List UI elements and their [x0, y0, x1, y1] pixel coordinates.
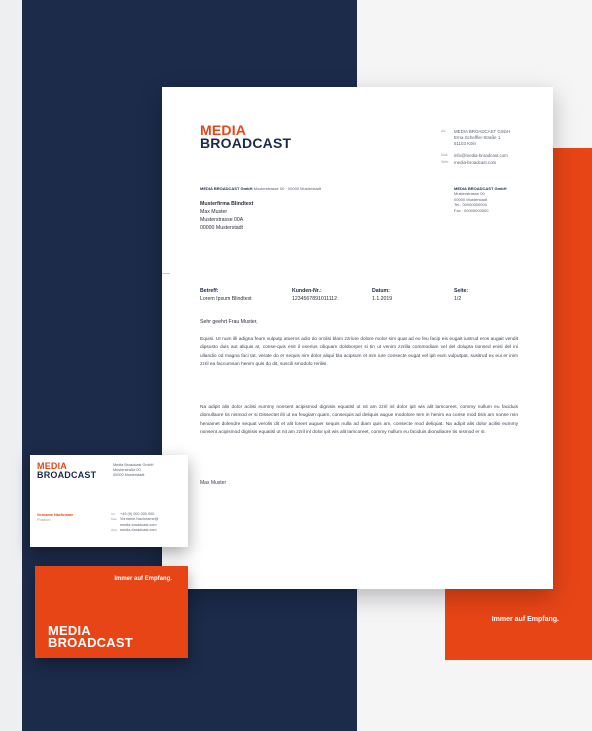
recipient-address: Musterfirma Blindtext Max Muster Musters… — [200, 200, 253, 232]
meta-customer-label: Kunden-Nr.: — [292, 288, 322, 294]
meta-page-label: Seite: — [454, 288, 469, 294]
recipient-name: Max Muster — [200, 209, 228, 216]
card-mail: Vorname.Nachname@ — [120, 517, 159, 522]
meta-customer-value: 1234567891011112 — [292, 295, 338, 302]
card-contact: Tel. +49 (0) 000 000 000 Mail. Vorname.Nac… — [111, 512, 158, 533]
meta-page: Seite: 1/2 — [454, 288, 468, 304]
sidebox-fax: Fax : 00000000000 — [454, 207, 489, 213]
sender-sidebox: MEDIA BROADCAST GmbH Musterstrasse 00 00… — [454, 186, 507, 213]
address-label: Ad. — [441, 129, 447, 133]
card-tel-label: Tel. — [111, 512, 116, 516]
card-address: Media Broadcast GmbH Musterstraße 00 000… — [113, 463, 154, 478]
salutation: Sehr geehrt Frau Muster, — [200, 319, 258, 325]
meta-customer-no: Kunden-Nr.: 1234567891011112 — [292, 288, 337, 304]
sender-email: info@media-broadcast.com — [454, 153, 508, 159]
orange-logo-line-broadcast: BROADCAST — [48, 635, 133, 651]
card-web: media-broadcast.com — [120, 527, 157, 532]
meta-subject-label: Betreff: — [200, 288, 219, 294]
card-city: 00000 Musterstadt — [113, 473, 145, 478]
card-mail-domain: media-broadcast.com — [120, 522, 157, 527]
meta-page-value: 1/2 — [454, 295, 462, 302]
mail-label: Mail. — [441, 153, 449, 158]
meta-date-value: 1.1.2019 — [372, 295, 393, 302]
card-mail-label: Mail. — [111, 517, 118, 522]
sender-web: media-broadcast.com — [454, 159, 497, 165]
card-person-position: Position — [37, 518, 51, 523]
card-person: Vorname Nachname Position — [37, 513, 73, 524]
letterhead-sheet: MEDIA BROADCAST Ad. MEDIA BROADCAST GmbH … — [162, 87, 553, 589]
web-label: Web. — [441, 159, 450, 164]
orange-card-logo: MEDIA BROADCAST — [48, 624, 133, 651]
folder-tagline: Immer auf Empfang. — [491, 616, 559, 623]
orange-card-tagline: Immer auf Empfang. — [114, 576, 172, 582]
recipient-city: 00000 Musterstadt — [200, 225, 243, 232]
body-paragraph-2: Na adipit alis dolor acilisi eummy nonse… — [200, 405, 518, 435]
signoff: Max Muster — [200, 480, 227, 486]
sender-city: 51103 Köln — [454, 141, 476, 147]
sender-block: Ad. MEDIA BROADCAST GmbH Erna-Scheffler-S… — [441, 129, 511, 166]
body-paragraph-1: Equisi. Ut num illi adigna feum vulputp … — [200, 337, 518, 367]
business-card-orange: Immer auf Empfang. MEDIA BROADCAST — [35, 566, 188, 658]
logo-line-broadcast: BROADCAST — [200, 135, 292, 152]
card-logo-line-broadcast: BROADCAST — [37, 469, 97, 480]
meta-date-label: Datum: — [372, 288, 390, 294]
fold-mark — [162, 273, 170, 274]
return-company: MEDIA BROADCAST GmbH — [200, 186, 253, 191]
business-card-white: MEDIA BROADCAST Media Broadcast GmbH Mus… — [30, 455, 188, 547]
media-broadcast-logo: MEDIA BROADCAST — [200, 123, 292, 152]
meta-subject: Betreff: Lorem Ipsum Blindtext — [200, 288, 252, 304]
recipient-company: Musterfirma Blindtext — [200, 201, 254, 207]
return-address-line: MEDIA BROADCAST GmbH Musterstrasse 00 · … — [200, 186, 321, 191]
sender-name: MEDIA BROADCAST GmbH — [454, 129, 511, 134]
card-logo: MEDIA BROADCAST — [37, 462, 96, 479]
meta-date: Datum: 1.1.2019 — [372, 288, 392, 304]
card-web-label: Web. — [111, 527, 118, 532]
card-tel: +49 (0) 000 000 000 — [120, 512, 155, 516]
return-rest: Musterstrasse 00 · 00000 Musterstadt — [253, 186, 322, 191]
recipient-street: Musterstrasse 00A — [200, 217, 244, 224]
meta-subject-value: Lorem Ipsum Blindtext — [200, 295, 252, 302]
